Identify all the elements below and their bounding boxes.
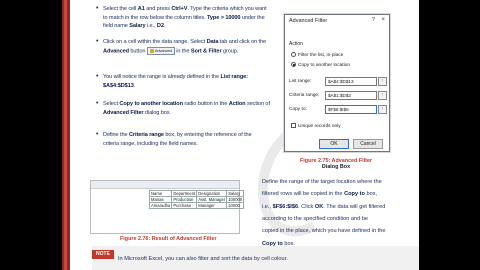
radio-icon [291,52,296,57]
table-cell: Asst. Manager [196,196,228,203]
paragraph-line: according to the specified condition and… [262,215,369,222]
radio-filter-in-place[interactable]: Filter the list, in-place [291,52,343,58]
table-cell: 10000 [226,202,245,209]
paragraph-line: copied in the place, which you have defi… [262,228,386,235]
bullet-icon: • [96,131,99,138]
bullet-icon: • [96,5,99,12]
table-cell: Amaradha [148,202,173,209]
copy-to-label: Copy to: [289,107,307,112]
action-section-label: Action [289,41,303,47]
range-picker-icon[interactable]: ↑ [378,105,387,114]
instruction-bullet: • Select the cell A1 and press Ctrl+V. Ty… [96,5,267,30]
unique-records-checkbox[interactable]: Unique records only [291,123,341,129]
list-range-input[interactable]: $A$4:$D$13 [325,77,377,86]
table-cell: Manager [196,202,228,209]
range-picker-icon[interactable]: ↑ [378,77,387,86]
instruction-bullet: • Select Copy to another location radio b… [96,100,270,116]
radio-copy-to-location[interactable]: Copy to another location [291,62,350,68]
note-text: In Microsoft Excel, you can also filter … [118,256,288,262]
close-icon[interactable]: × [381,17,385,23]
instruction-bullet: • Define the Criteria range box, by enter… [96,131,252,147]
table-row: Amaradha Purchase Manager 10000 [148,202,245,209]
dialog-title: Advanced Filter [289,18,328,24]
result-table: Name Department Designation Salary Manas Prod… [148,190,245,209]
bullet-icon: • [96,38,99,45]
figure-caption-result: Figure 2.76: Result of Advanced Filter [120,236,217,242]
table-cell: Production [171,196,198,203]
criteria-range-input[interactable]: $A$1:$D$2 [325,91,377,100]
table-cell: Purchase [171,202,198,209]
page-margin-bar [62,0,70,270]
advanced-button-icon: Advanced [146,46,175,55]
table-cell: 100000 [226,196,245,203]
help-icon[interactable]: ? [372,17,375,23]
bullet-icon: • [96,100,99,107]
figure-caption-dialog: Figure 2.75: Advanced Filter Dialog Box [300,158,372,170]
instruction-bullet: • Click on a cell within the data range. … [96,38,266,55]
paragraph-line: Define the range of the target location … [262,179,382,185]
note-tag: NOTE [92,250,114,259]
spreadsheet-figure: Name Department Designation Salary Manas Prod… [90,180,245,234]
spreadsheet-ribbon [91,181,239,189]
ok-button[interactable]: OK [319,139,349,149]
paragraph-line: filtered rows will be copied in the Copy… [262,191,378,198]
list-range-label: List range: [289,79,312,84]
instruction-bullet: • You will notice the range is already de… [96,73,248,89]
range-picker-icon[interactable]: ↑ [378,91,387,100]
copy-to-input[interactable]: $F$6:$I$6 [325,105,377,114]
radio-selected-icon [291,62,296,67]
advanced-filter-dialog: Advanced Filter ? × Action Filter the li… [284,14,390,152]
paragraph-line: i.e., $F$6:$I$6. Click OK. The data will… [262,203,386,210]
criteria-range-label: Criteria range: [289,93,320,98]
bullet-icon: • [96,73,99,80]
checkbox-icon [291,123,296,128]
table-cell: Department [171,190,198,197]
cancel-button[interactable]: Cancel [353,139,383,149]
